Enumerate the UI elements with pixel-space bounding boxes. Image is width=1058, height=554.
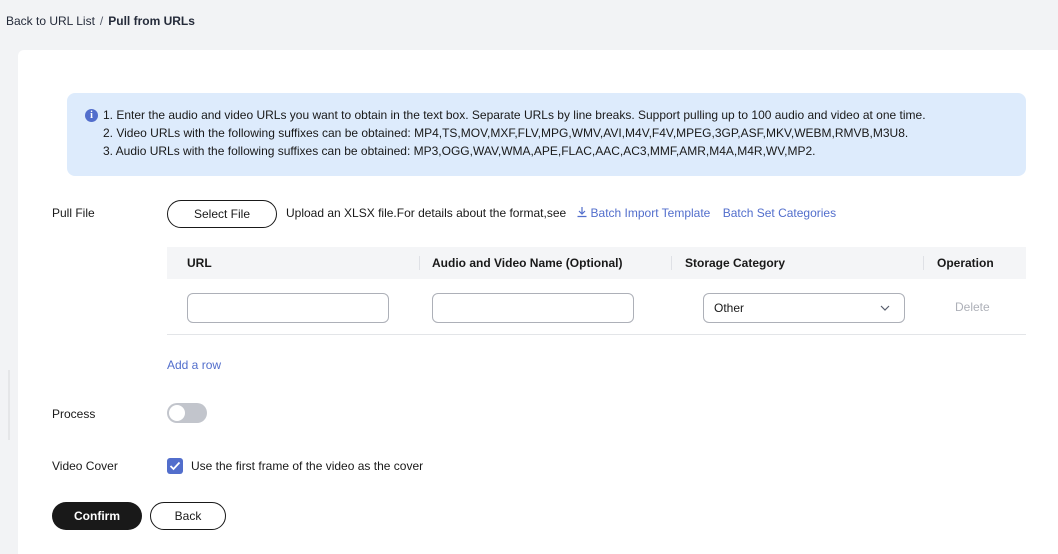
select-file-button[interactable]: Select File: [167, 200, 277, 228]
breadcrumb-current: Pull from URLs: [108, 14, 195, 28]
column-divider: [923, 256, 924, 270]
url-table: URL Audio and Video Name (Optional) Stor…: [167, 247, 1026, 335]
video-cover-checkbox-label: Use the first frame of the video as the …: [191, 459, 424, 473]
delete-row-link[interactable]: Delete: [955, 300, 990, 314]
batch-import-template-link[interactable]: Batch Import Template: [576, 206, 714, 220]
process-label: Process: [52, 407, 96, 421]
column-divider: [671, 256, 672, 270]
media-name-input[interactable]: [432, 293, 634, 323]
batch-set-categories-link[interactable]: Batch Set Categories: [723, 206, 836, 220]
pull-file-label: Pull File: [52, 206, 95, 220]
video-cover-checkbox[interactable]: [167, 458, 183, 474]
storage-category-select[interactable]: Other: [703, 293, 905, 323]
column-header-storage-category: Storage Category: [685, 256, 786, 270]
upload-hint: Upload an XLSX file.For details about th…: [286, 206, 836, 220]
check-icon: [169, 461, 181, 471]
table-header: URL Audio and Video Name (Optional) Stor…: [167, 247, 1026, 279]
column-header-name: Audio and Video Name (Optional): [432, 256, 623, 270]
column-divider: [419, 256, 420, 270]
back-button[interactable]: Back: [150, 502, 226, 530]
add-row-link[interactable]: Add a row: [167, 358, 221, 372]
process-toggle[interactable]: [167, 403, 207, 423]
confirm-button[interactable]: Confirm: [52, 502, 142, 530]
scroll-edge: [8, 370, 10, 440]
batch-import-template-label: Batch Import Template: [590, 206, 711, 220]
back-to-url-list-link[interactable]: Back to URL List: [6, 14, 95, 28]
column-header-operation: Operation: [937, 256, 994, 270]
info-icon: i: [85, 109, 98, 122]
storage-category-value: Other: [714, 301, 745, 315]
toggle-knob: [169, 405, 185, 421]
breadcrumb-separator: /: [99, 14, 104, 28]
video-cover-label: Video Cover: [52, 459, 118, 473]
column-header-url: URL: [187, 256, 212, 270]
chevron-down-icon: [880, 305, 890, 311]
upload-hint-text: Upload an XLSX file.For details about th…: [286, 206, 567, 220]
info-line-2: 2. Video URLs with the following suffixe…: [103, 126, 909, 140]
breadcrumb: Back to URL List / Pull from URLs: [6, 14, 195, 28]
download-icon: [577, 207, 587, 218]
info-notice: i 1. Enter the audio and video URLs you …: [67, 93, 1026, 176]
url-input[interactable]: [187, 293, 389, 323]
info-line-1: 1. Enter the audio and video URLs you wa…: [103, 108, 926, 122]
table-row: Other Delete: [167, 279, 1026, 335]
info-line-3: 3. Audio URLs with the following suffixe…: [103, 144, 816, 158]
pull-form-card: i 1. Enter the audio and video URLs you …: [18, 50, 1058, 554]
